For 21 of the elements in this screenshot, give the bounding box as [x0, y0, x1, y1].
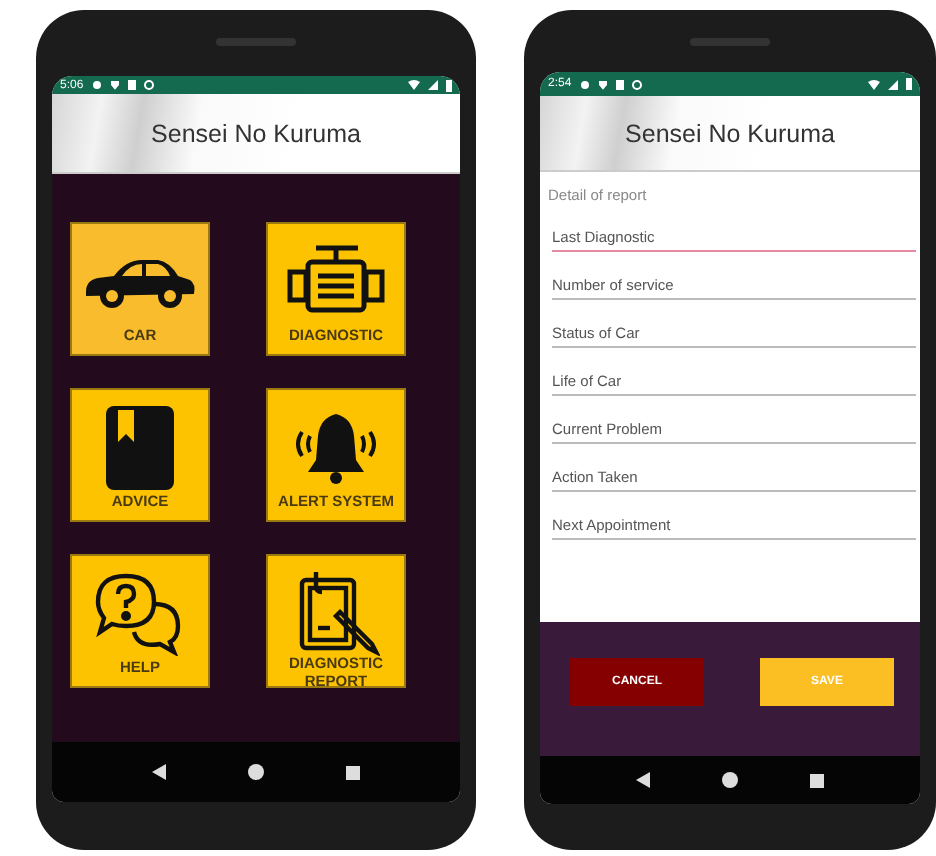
- signal-icon: [888, 79, 898, 89]
- home-icon[interactable]: [722, 772, 738, 788]
- battery-icon: [906, 78, 912, 90]
- shield-icon: [109, 80, 120, 90]
- book-icon: [100, 402, 180, 495]
- app-title: Sensei No Kuruma: [625, 119, 835, 147]
- app-title: Sensei No Kuruma: [151, 119, 361, 147]
- sd-card-icon: [615, 79, 624, 89]
- bell-icon: [290, 408, 382, 489]
- recents-icon[interactable]: [345, 765, 360, 779]
- back-icon[interactable]: [152, 764, 167, 780]
- home-icon[interactable]: [247, 764, 264, 780]
- chat-question-icon: [94, 572, 186, 657]
- shield-icon: [597, 79, 608, 89]
- sd-card-icon: [127, 80, 136, 90]
- wifi-icon: [868, 79, 880, 89]
- signal-icon: [428, 80, 438, 90]
- wifi-icon: [408, 80, 420, 90]
- recents-icon[interactable]: [810, 773, 824, 787]
- battery-icon: [446, 79, 452, 91]
- back-icon[interactable]: [636, 772, 650, 788]
